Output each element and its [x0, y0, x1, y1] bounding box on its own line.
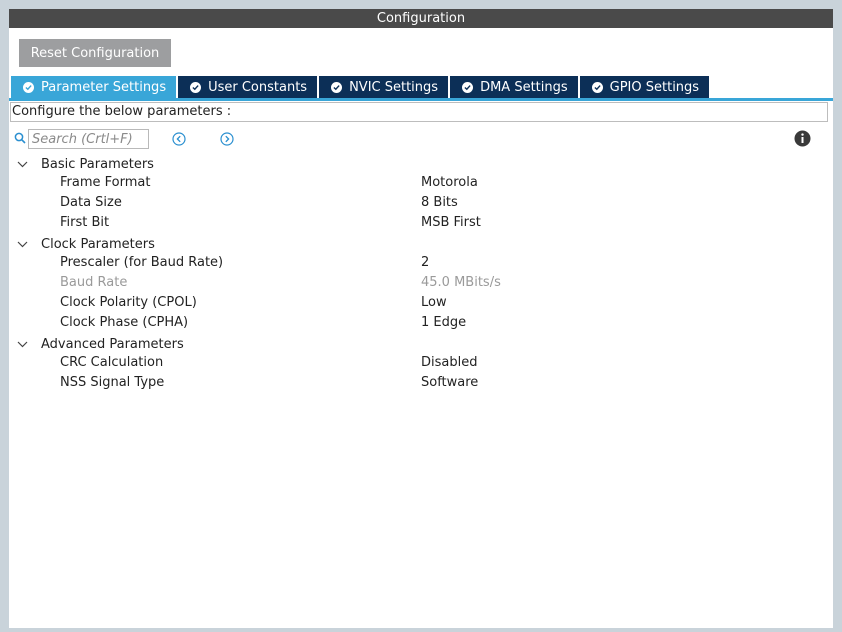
group-label: Advanced Parameters: [41, 336, 184, 352]
param-value: Software: [421, 375, 479, 390]
chevron-down-icon: [17, 341, 29, 348]
param-value: Motorola: [421, 175, 478, 190]
group-basic-parameters[interactable]: Basic Parameters: [9, 154, 833, 174]
param-row[interactable]: Clock Polarity (CPOL) Low: [9, 294, 833, 314]
param-name: Clock Polarity (CPOL): [60, 295, 197, 310]
group-label: Basic Parameters: [41, 156, 154, 172]
check-circle-icon: [462, 81, 474, 93]
tab-label: GPIO Settings: [609, 79, 700, 95]
check-circle-icon: [331, 81, 343, 93]
tab-dma-settings[interactable]: DMA Settings: [450, 76, 578, 98]
param-value: Low: [421, 295, 447, 310]
param-name: Prescaler (for Baud Rate): [60, 255, 224, 270]
info-icon[interactable]: [794, 130, 811, 151]
param-value: MSB First: [421, 215, 481, 230]
group-label: Clock Parameters: [41, 236, 155, 252]
tab-label: Parameter Settings: [41, 79, 167, 95]
param-row-readonly: Baud Rate 45.0 MBits/s: [9, 274, 833, 294]
param-name: Data Size: [60, 195, 122, 210]
param-row[interactable]: Data Size 8 Bits: [9, 194, 833, 214]
chevron-right-circle-icon[interactable]: [220, 132, 234, 150]
group-advanced-parameters[interactable]: Advanced Parameters: [9, 334, 833, 354]
configuration-panel: Configuration Reset Configuration Parame…: [9, 9, 833, 628]
tab-bar: Parameter Settings User Constants NVIC S…: [11, 76, 711, 98]
check-circle-icon: [190, 81, 202, 93]
param-name: Clock Phase (CPHA): [60, 315, 189, 330]
param-row[interactable]: Frame Format Motorola: [9, 174, 833, 194]
tab-gpio-settings[interactable]: GPIO Settings: [579, 76, 710, 98]
window-title: Configuration: [9, 9, 833, 28]
param-name: NSS Signal Type: [60, 375, 165, 390]
param-value: Disabled: [421, 355, 478, 370]
search-row: [14, 128, 826, 150]
chevron-down-icon: [17, 161, 29, 168]
search-icon: [14, 132, 26, 148]
tab-label: User Constants: [208, 79, 308, 95]
tab-nvic-settings[interactable]: NVIC Settings: [319, 76, 449, 98]
param-row[interactable]: CRC Calculation Disabled: [9, 354, 833, 374]
param-name: CRC Calculation: [60, 355, 164, 370]
tab-parameter-settings[interactable]: Parameter Settings: [11, 76, 177, 98]
param-row[interactable]: First Bit MSB First: [9, 214, 833, 234]
param-value: 45.0 MBits/s: [421, 275, 501, 290]
tab-underline: [9, 98, 833, 101]
configure-label: Configure the below parameters :: [10, 102, 828, 122]
chevron-down-icon: [17, 241, 29, 248]
param-name: Baud Rate: [60, 275, 128, 290]
param-name: First Bit: [60, 215, 110, 230]
param-row[interactable]: Prescaler (for Baud Rate) 2: [9, 254, 833, 274]
reset-configuration-button[interactable]: Reset Configuration: [19, 39, 171, 67]
parameter-tree: Basic Parameters Frame Format Motorola D…: [9, 154, 833, 394]
param-row[interactable]: Clock Phase (CPHA) 1 Edge: [9, 314, 833, 334]
param-value: 1 Edge: [421, 315, 467, 330]
search-input[interactable]: [28, 129, 149, 149]
tab-label: DMA Settings: [480, 79, 568, 95]
tab-user-constants[interactable]: User Constants: [178, 76, 318, 98]
tab-label: NVIC Settings: [349, 79, 439, 95]
param-value: 8 Bits: [421, 195, 458, 210]
param-name: Frame Format: [60, 175, 151, 190]
check-circle-icon: [591, 81, 603, 93]
param-row[interactable]: NSS Signal Type Software: [9, 374, 833, 394]
check-circle-icon: [23, 81, 34, 93]
param-value: 2: [421, 255, 430, 270]
group-clock-parameters[interactable]: Clock Parameters: [9, 234, 833, 254]
chevron-left-circle-icon[interactable]: [172, 132, 186, 150]
